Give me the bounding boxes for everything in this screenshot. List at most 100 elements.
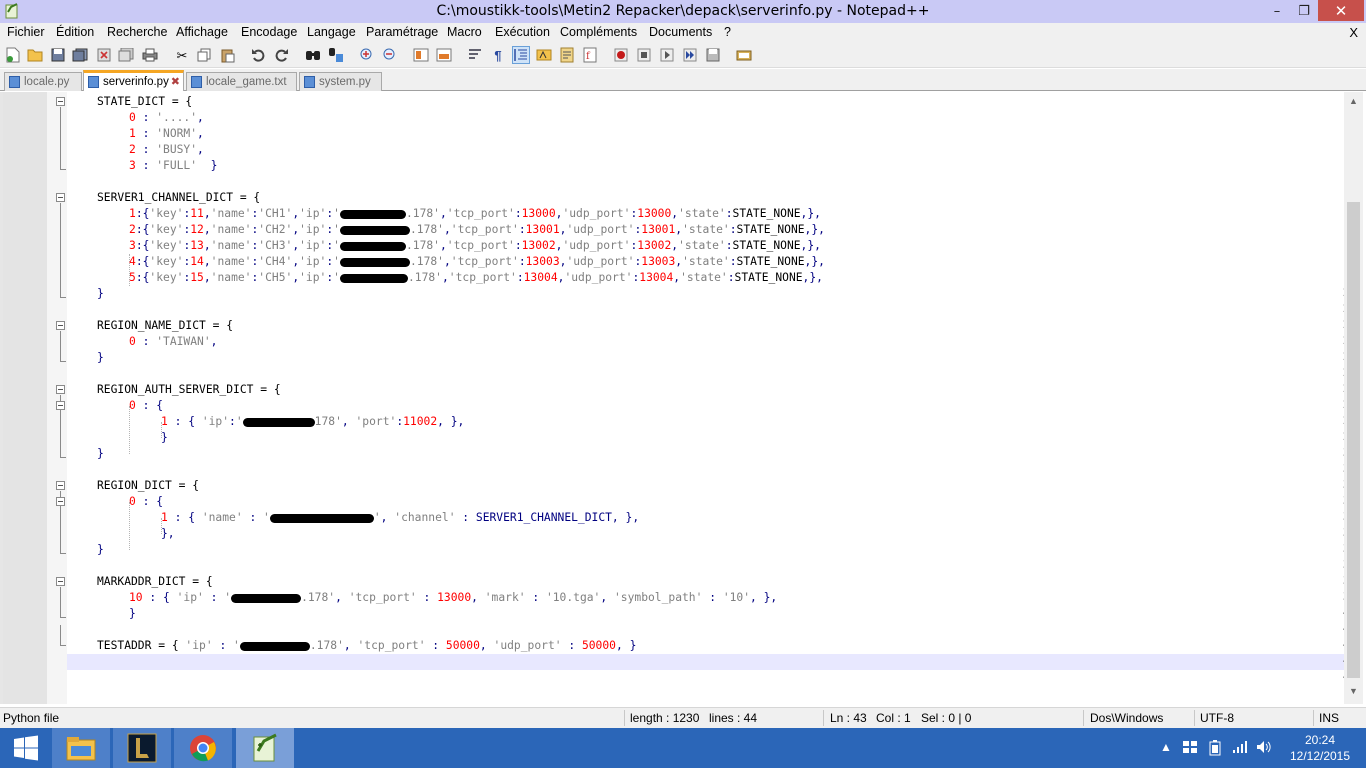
channel-row: 4:{'key':14,'name':'CH4','ip':' .178','tc…	[129, 255, 825, 268]
close-all-icon[interactable]	[117, 46, 135, 64]
find-icon[interactable]	[304, 46, 322, 64]
code-editor[interactable]: 8 9 10 11 12 13 14 15 16 17 18 19 20 21 …	[0, 92, 1366, 704]
tab-locale-py[interactable]: locale.py	[4, 72, 82, 91]
close-icon[interactable]	[95, 46, 113, 64]
fold-toggle-icon[interactable]	[56, 193, 65, 202]
print-icon[interactable]	[141, 46, 159, 64]
menu-help[interactable]: ?	[724, 25, 731, 39]
close-tab-icon[interactable]: ✖	[171, 75, 180, 88]
vertical-scrollbar[interactable]: ▲ ▼	[1344, 92, 1363, 704]
fold-toggle-icon[interactable]	[56, 385, 65, 394]
play-macro-icon[interactable]	[658, 46, 676, 64]
cut-icon[interactable]: ✂	[173, 46, 191, 64]
battery-icon[interactable]	[1208, 740, 1222, 759]
redo-icon[interactable]	[273, 46, 291, 64]
run-macro-multiple-icon[interactable]	[681, 46, 699, 64]
menu-encodage[interactable]: Encodage	[241, 25, 297, 39]
action-center-icon[interactable]	[1182, 740, 1198, 757]
code-line: }	[97, 447, 104, 460]
tray-overflow-icon[interactable]: ▲	[1160, 740, 1172, 754]
zoom-in-icon[interactable]	[358, 46, 376, 64]
start-button[interactable]	[0, 728, 52, 768]
fold-toggle-icon[interactable]	[56, 321, 65, 330]
indent-guide-icon[interactable]	[512, 46, 530, 64]
paste-icon[interactable]	[219, 46, 237, 64]
fold-toggle-icon[interactable]	[56, 577, 65, 586]
show-all-chars-icon[interactable]: ¶	[489, 46, 507, 64]
record-macro-icon[interactable]	[612, 46, 630, 64]
scrollbar-thumb[interactable]	[1347, 202, 1360, 678]
user-lang-icon[interactable]	[535, 46, 553, 64]
status-column: Col : 1	[876, 711, 911, 725]
menu-parametrage[interactable]: Paramétrage	[366, 25, 438, 39]
redacted-ip	[242, 417, 315, 427]
code-line: REGION_DICT = {	[97, 479, 200, 492]
save-icon[interactable]	[49, 46, 67, 64]
tab-serverinfo-py[interactable]: serverinfo.py ✖	[83, 70, 184, 91]
tab-system-py[interactable]: system.py	[299, 72, 382, 91]
tab-locale-game-txt[interactable]: locale_game.txt	[186, 72, 297, 91]
fold-toggle-icon[interactable]	[56, 481, 65, 490]
function-list-icon[interactable]: f	[581, 46, 599, 64]
redacted-ip	[231, 593, 302, 603]
menu-affichage[interactable]: Affichage	[176, 25, 228, 39]
save-macro-icon[interactable]	[704, 46, 722, 64]
scroll-down-icon[interactable]: ▼	[1347, 686, 1360, 699]
save-all-icon[interactable]	[71, 46, 89, 64]
menu-execution[interactable]: Exécution	[495, 25, 550, 39]
code-line: }	[129, 607, 136, 620]
minimize-button[interactable]: –	[1264, 1, 1290, 21]
fold-toggle-icon[interactable]	[56, 97, 65, 106]
code-line: TESTADDR = { 'ip' : ' .178', 'tcp_port' :…	[97, 639, 637, 652]
title-bar: C:\moustikk-tools\Metin2 Repacker\depack…	[0, 0, 1366, 23]
close-document-button[interactable]: X	[1349, 25, 1358, 40]
undo-icon[interactable]	[249, 46, 267, 64]
word-wrap-icon[interactable]	[466, 46, 484, 64]
menu-macro[interactable]: Macro	[447, 25, 482, 39]
zoom-out-icon[interactable]	[381, 46, 399, 64]
channel-row: 2:{'key':12,'name':'CH2','ip':' .178','tc…	[129, 223, 825, 236]
stop-macro-icon[interactable]	[635, 46, 653, 64]
open-file-icon[interactable]	[26, 46, 44, 64]
fold-line	[60, 625, 61, 645]
replace-icon[interactable]	[327, 46, 345, 64]
status-language: Python file	[3, 711, 60, 725]
fold-toggle-icon[interactable]	[56, 401, 65, 410]
taskbar-chrome[interactable]	[174, 728, 232, 768]
network-signal-icon[interactable]	[1232, 740, 1248, 757]
menu-fichier[interactable]: Fichier	[7, 25, 45, 39]
status-separator	[1194, 710, 1195, 726]
taskbar-file-explorer[interactable]	[52, 728, 110, 768]
status-separator	[823, 710, 824, 726]
sync-vertical-icon[interactable]	[412, 46, 430, 64]
copy-icon[interactable]	[195, 46, 213, 64]
fold-toggle-icon[interactable]	[56, 497, 65, 506]
taskbar-league-of-legends[interactable]	[113, 728, 171, 768]
status-encoding: UTF-8	[1200, 711, 1234, 725]
menu-langage[interactable]: Langage	[307, 25, 356, 39]
close-window-button[interactable]: ✕	[1318, 0, 1364, 21]
clock[interactable]: 20:24 12/12/2015	[1282, 732, 1358, 764]
code-line: 1 : { 'ip':' 178', 'port':11002, },	[161, 415, 465, 428]
redacted-ip	[339, 241, 406, 251]
redacted-ip	[339, 225, 410, 235]
redacted-ip	[339, 209, 406, 219]
sync-horizontal-icon[interactable]	[435, 46, 453, 64]
fold-end	[60, 457, 66, 458]
menu-documents[interactable]: Documents	[649, 25, 712, 39]
taskbar-notepad-plus-plus[interactable]	[236, 728, 294, 768]
volume-icon[interactable]	[1256, 740, 1272, 757]
menu-complements[interactable]: Compléments	[560, 25, 637, 39]
menu-bar: Fichier Édition Recherche Affichage Enco…	[0, 23, 1366, 42]
doc-map-icon[interactable]	[558, 46, 576, 64]
code-line: 0 : {	[129, 495, 164, 508]
menu-edition[interactable]: Édition	[56, 25, 94, 39]
menu-recherche[interactable]: Recherche	[107, 25, 167, 39]
window-title: C:\moustikk-tools\Metin2 Repacker\depack…	[436, 3, 930, 19]
new-file-icon[interactable]	[4, 46, 22, 64]
status-line-position: Ln : 43	[830, 711, 867, 725]
launch-icon[interactable]	[735, 46, 753, 64]
maximize-button[interactable]: ❐	[1291, 1, 1317, 21]
scroll-up-icon[interactable]: ▲	[1347, 96, 1360, 109]
fold-line	[60, 331, 61, 361]
